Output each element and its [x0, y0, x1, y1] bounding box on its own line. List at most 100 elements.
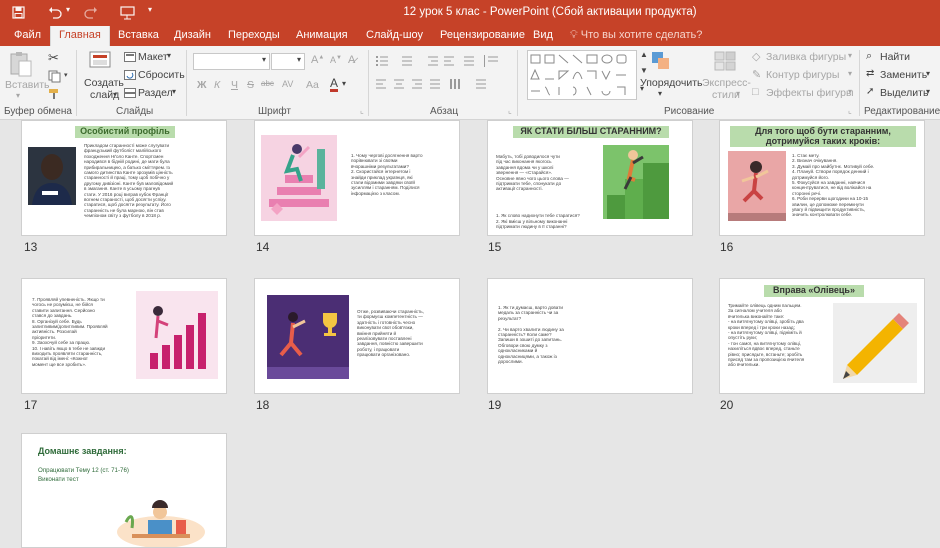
select-dropdown-icon[interactable]: ▾ [926, 87, 930, 96]
shape-effects-dropdown-icon[interactable]: ▾ [848, 87, 852, 96]
font-group-label: Шрифт [258, 106, 291, 117]
copy-icon[interactable] [48, 70, 62, 83]
font-color-button[interactable]: A [330, 77, 339, 92]
increase-font-icon[interactable]: A▲ [311, 54, 324, 66]
slide-thumbnail[interactable]: Отже, розвиваючи старанність, ти формуєш… [254, 278, 460, 394]
quick-styles-button[interactable]: Экспресс- [702, 77, 751, 89]
present-from-start-icon[interactable] [120, 5, 136, 20]
paragraph-row1-icons[interactable] [376, 55, 500, 67]
shape-effects-button[interactable]: Эффекты фигуры [766, 87, 854, 99]
find-button[interactable]: Найти [880, 51, 910, 63]
slide-number: 17 [24, 398, 38, 412]
tab-animations[interactable]: Анимация [296, 29, 348, 41]
font-size-dropdown-icon[interactable]: ▾ [297, 55, 301, 64]
new-slide-dropdown-icon[interactable]: ▾ [113, 90, 117, 99]
slide-title: Вправа «Олівець» [764, 285, 864, 297]
slide-thumbnail[interactable]: Для того щоб бути старанним, дотримуйся … [719, 120, 925, 236]
undo-dropdown-icon[interactable]: ▾ [66, 5, 70, 14]
new-slide-icon[interactable] [88, 50, 112, 70]
arrange-icon[interactable] [650, 50, 672, 72]
replace-dropdown-icon[interactable]: ▾ [926, 69, 930, 78]
format-painter-icon[interactable] [48, 88, 62, 100]
slide-number: 20 [720, 398, 734, 412]
tab-insert[interactable]: Вставка [118, 29, 159, 41]
tab-transitions[interactable]: Переходы [228, 29, 280, 41]
shape-fill-dropdown-icon[interactable]: ▾ [848, 51, 852, 60]
trophy-runner-illustration [267, 295, 349, 379]
underline-button[interactable]: Ч [231, 79, 238, 91]
shape-fill-icon[interactable]: ◇ [752, 50, 760, 63]
shapes-scroll-down-icon[interactable]: ▼ [640, 66, 648, 75]
tell-me-box[interactable]: 💡︎ Что вы хотите сделать? [570, 29, 702, 42]
layout-button[interactable]: Макет [138, 51, 168, 63]
shape-outline-dropdown-icon[interactable]: ▾ [848, 69, 852, 78]
slide-thumbnail[interactable]: ЯК СТАТИ БІЛЬШ СТАРАННИМ? Мабуть, тобі д… [487, 120, 693, 236]
section-button[interactable]: Раздел [138, 87, 173, 99]
footballer-photo [28, 147, 76, 205]
select-icon[interactable]: ➚ [866, 86, 874, 97]
font-name-box[interactable] [193, 53, 270, 70]
shapes-scroll-up-icon[interactable]: ▲ [640, 50, 648, 59]
tab-review[interactable]: Рецензирование [440, 29, 525, 41]
slides-group-label: Слайды [116, 106, 154, 117]
tab-slideshow[interactable]: Слайд-шоу [366, 29, 423, 41]
paragraph-dialog-launcher-icon[interactable]: ⌞ [508, 106, 512, 115]
tab-design[interactable]: Дизайн [174, 29, 211, 41]
replace-icon[interactable]: ⇄ [866, 68, 874, 79]
quick-styles-icon[interactable] [713, 50, 737, 72]
customize-quick-access-icon[interactable]: ▾ [148, 5, 152, 14]
slide-number: 18 [256, 398, 270, 412]
section-dropdown-icon[interactable]: ▾ [172, 87, 176, 96]
slide-thumbnail[interactable]: Домашнє завдання: Опрацювати Тему 12 (ст… [21, 433, 227, 548]
growth-chart-illustration [136, 291, 218, 379]
arrange-button[interactable]: Упорядочить [640, 77, 702, 89]
slide-thumbnail[interactable]: 1. Як ти думаєш, варто довати медаль за … [487, 278, 693, 394]
font-dialog-launcher-icon[interactable]: ⌞ [360, 106, 364, 115]
shape-outline-button[interactable]: Контур фигуры [766, 69, 839, 81]
select-button[interactable]: Выделить [880, 87, 928, 99]
drawing-group-label: Рисование [664, 106, 715, 117]
arrange-dropdown-icon[interactable]: ▾ [658, 89, 662, 98]
shape-outline-icon[interactable]: ✎ [752, 68, 761, 81]
divider [368, 50, 369, 116]
copy-dropdown-icon[interactable]: ▾ [64, 71, 68, 79]
drawing-dialog-launcher-icon[interactable]: ⌞ [848, 106, 852, 115]
quick-styles-dropdown-icon[interactable]: ▾ [736, 89, 740, 98]
reset-button[interactable]: Сбросить [138, 69, 185, 81]
shape-fill-button[interactable]: Заливка фигуры [766, 51, 846, 63]
shape-effects-icon[interactable]: □ [752, 86, 759, 98]
replace-button[interactable]: Заменить [880, 69, 927, 81]
tab-file[interactable]: Файл [14, 29, 41, 41]
save-icon[interactable] [12, 6, 25, 19]
font-name-dropdown-icon[interactable]: ▾ [262, 55, 266, 64]
slide-thumbnail[interactable]: Особистий профіль Прикладом старанності … [21, 120, 227, 236]
italic-button[interactable]: К [214, 79, 220, 91]
cut-icon[interactable]: ✂ [48, 50, 59, 66]
font-color-dropdown-icon[interactable]: ▾ [342, 79, 346, 88]
new-slide-button[interactable]: Создать [84, 77, 124, 89]
slide-thumbnail[interactable]: Вправа «Олівець» Тримайте олівець одним … [719, 278, 925, 394]
slide-thumbnail[interactable]: 7. Проявляй упевненість. Якщо ти чогось … [21, 278, 227, 394]
clipboard-group-label: Буфер обмена [4, 106, 72, 117]
tab-view[interactable]: Вид [533, 29, 553, 41]
shadow-button[interactable]: abc [261, 79, 274, 88]
slide-thumbnail[interactable]: 1. Чому чергові досягнення варто порівню… [254, 120, 460, 236]
decrease-font-icon[interactable]: A▼ [330, 55, 342, 65]
paste-icon[interactable] [8, 50, 34, 78]
strikethrough-button[interactable]: S [247, 79, 254, 91]
paste-button[interactable]: Вставить [5, 79, 50, 91]
undo-icon[interactable] [48, 6, 62, 19]
bold-button[interactable]: Ж [197, 79, 207, 91]
paste-dropdown-icon[interactable]: ▾ [16, 91, 20, 100]
lightbulb-icon: 💡︎ [570, 29, 581, 41]
paragraph-row2-icons[interactable] [376, 78, 500, 90]
clear-formatting-icon[interactable]: A̷ [348, 54, 355, 66]
find-icon[interactable]: ⌕ [866, 50, 872, 63]
tab-home[interactable]: Главная [50, 26, 110, 46]
layout-dropdown-icon[interactable]: ▾ [167, 51, 171, 60]
redo-icon[interactable] [84, 6, 98, 19]
character-spacing-button[interactable]: AV [282, 79, 293, 89]
change-case-button[interactable]: Aa [306, 79, 319, 91]
shapes-gallery[interactable] [527, 50, 637, 100]
slide-body: Отже, розвиваючи старанність, ти формуєш… [357, 309, 424, 358]
